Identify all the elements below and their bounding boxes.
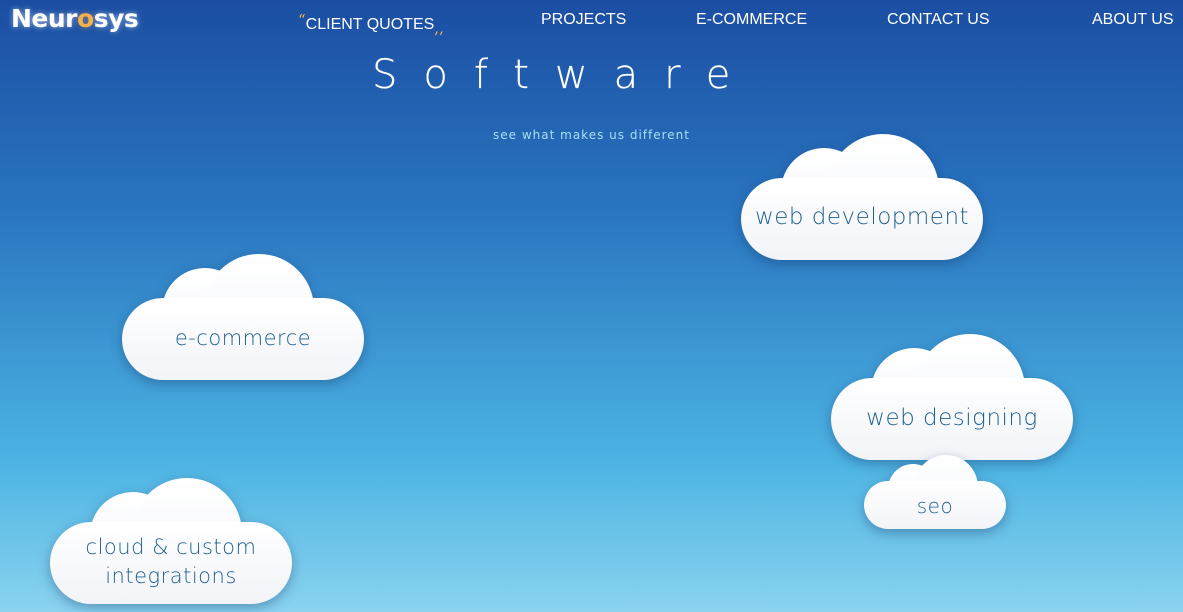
logo-text-1: Neur	[11, 4, 78, 33]
quote-open-icon: “	[298, 11, 306, 29]
cloud-label: web designing	[866, 405, 1038, 431]
cloud-label-line-1: cloud & custom	[85, 535, 257, 559]
quote-close-icon: ,,	[434, 19, 444, 37]
nav-about-us[interactable]: ABOUT US	[1092, 11, 1174, 29]
cloud-label: seo	[916, 494, 954, 518]
cloud-ecommerce[interactable]: e-commerce	[122, 254, 364, 380]
cloud-web-designing[interactable]: web designing	[831, 334, 1073, 460]
nav-client-quotes-label: CLIENT QUOTES	[305, 16, 435, 33]
logo-accent-letter: o	[77, 4, 94, 33]
logo[interactable]: Neurosys	[11, 4, 139, 33]
cloud-label-line-2: integrations	[105, 564, 237, 588]
cloud-label: web development	[754, 204, 970, 230]
nav-projects[interactable]: PROJECTS	[541, 11, 626, 29]
page-subtitle: see what makes us different	[493, 128, 690, 142]
cloud-seo[interactable]: seo	[864, 455, 1006, 529]
cloud-custom-integrations[interactable]: cloud & custom integrations	[50, 478, 292, 604]
cloud-label: e-commerce	[174, 326, 312, 350]
cloud-web-development[interactable]: web development	[741, 134, 983, 260]
nav-ecommerce[interactable]: E-COMMERCE	[696, 11, 807, 29]
logo-text-2: sys	[93, 4, 139, 33]
nav-contact-us[interactable]: CONTACT US	[887, 11, 990, 29]
nav-client-quotes[interactable]: “CLIENT QUOTES,,	[298, 11, 444, 37]
page-title: Software	[372, 52, 757, 98]
